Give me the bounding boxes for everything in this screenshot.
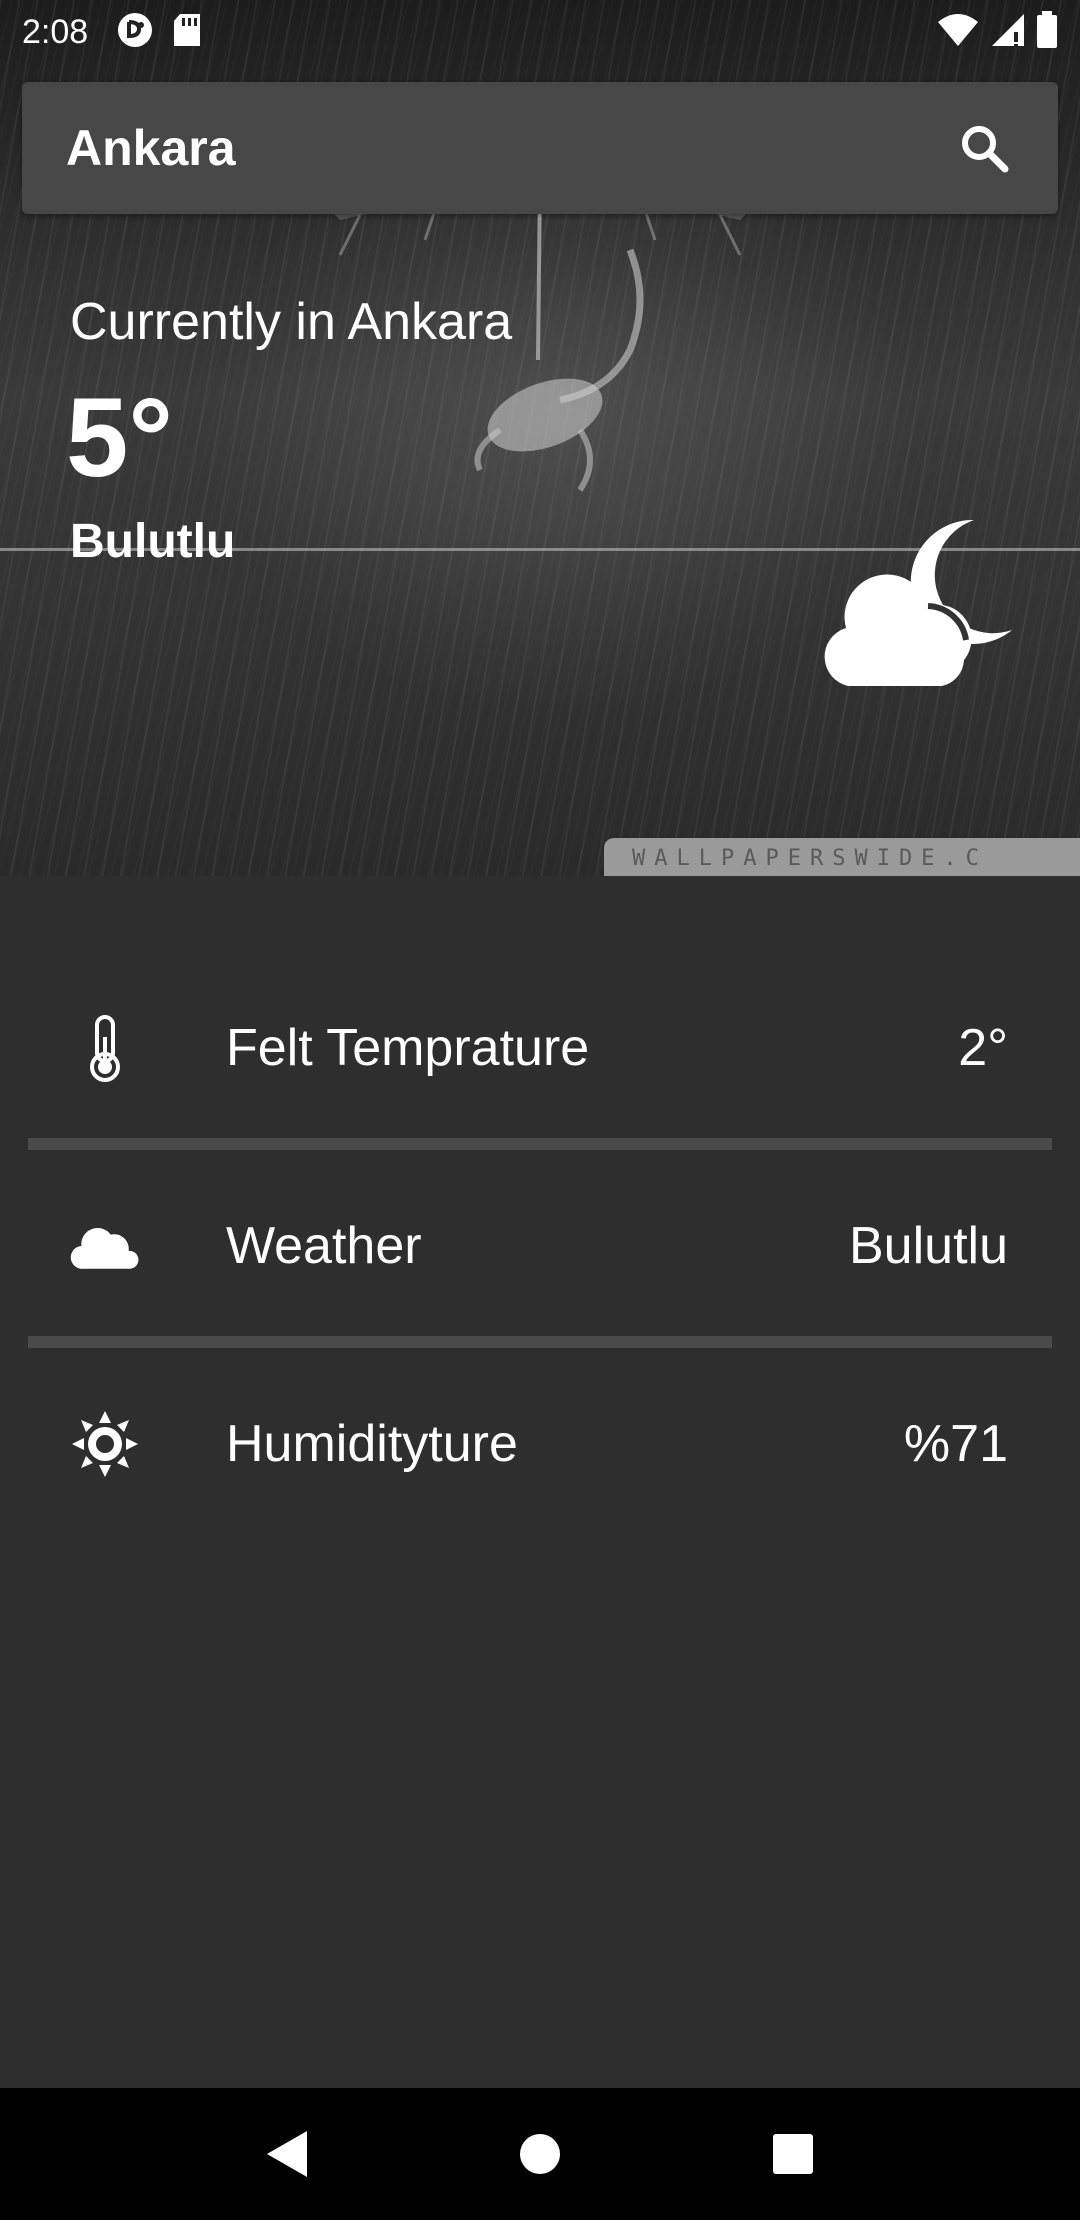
battery-icon	[1036, 10, 1058, 54]
city-search-input[interactable]	[66, 119, 954, 177]
thermometer-icon	[70, 1008, 140, 1088]
current-temperature: 5°	[66, 375, 174, 500]
sd-card-icon	[172, 12, 202, 53]
navigation-bar	[0, 2088, 1080, 2220]
weather-row: Weather Bulutlu	[0, 1186, 1080, 1306]
cloud-icon	[70, 1206, 140, 1286]
back-icon[interactable]	[247, 2114, 327, 2194]
divider	[28, 1336, 1052, 1348]
current-condition: Bulutlu	[70, 515, 236, 568]
watermark: WALLPAPERSWIDE.C	[604, 838, 1080, 876]
umbrella-frog-illustration	[320, 165, 760, 492]
home-icon[interactable]	[500, 2114, 580, 2194]
row-value: %71	[903, 1415, 1008, 1473]
current-location-label: Currently in Ankara	[70, 293, 513, 351]
row-label: Felt Temprature	[226, 1019, 590, 1077]
signal-icon	[990, 12, 1026, 53]
wifi-icon	[936, 12, 980, 53]
recents-icon[interactable]	[753, 2114, 833, 2194]
weather-details: Felt Temprature 2° Weather Bulutlu Humid…	[0, 876, 1080, 2088]
divider	[28, 1138, 1052, 1150]
humidity-row: Humidityture %71	[0, 1384, 1080, 1504]
status-bar: 2:08	[0, 0, 1080, 64]
row-value: 2°	[958, 1019, 1008, 1077]
felt-temperature-row: Felt Temprature 2°	[0, 988, 1080, 1108]
row-label: Humidityture	[226, 1415, 518, 1473]
search-bar	[22, 82, 1058, 214]
search-icon[interactable]	[954, 118, 1014, 178]
row-label: Weather	[226, 1217, 422, 1275]
sun-icon	[70, 1404, 140, 1484]
row-value: Bulutlu	[849, 1217, 1008, 1275]
notification-app-icon	[116, 11, 154, 54]
cloud-moon-icon	[824, 519, 1012, 686]
status-time: 2:08	[22, 12, 89, 51]
